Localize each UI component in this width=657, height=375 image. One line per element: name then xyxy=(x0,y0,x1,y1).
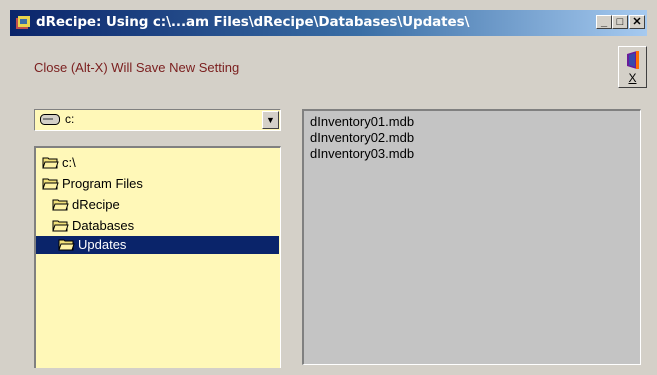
file-item[interactable]: dInventory01.mdb xyxy=(310,114,414,129)
drive-icon xyxy=(40,114,60,125)
directory-item[interactable]: c:\ xyxy=(42,154,162,172)
directory-label: c:\ xyxy=(62,155,76,170)
exit-button-label: X xyxy=(628,71,637,85)
exit-button[interactable]: X xyxy=(618,46,647,88)
directory-item[interactable]: Databases xyxy=(52,217,202,235)
directory-item[interactable]: Program Files xyxy=(42,175,202,193)
directory-label: Updates xyxy=(78,237,127,252)
directory-item-selected[interactable]: Updates xyxy=(36,236,279,254)
chevron-down-icon[interactable]: ▼ xyxy=(262,111,279,129)
open-folder-icon xyxy=(58,239,75,251)
directory-label: Databases xyxy=(72,218,135,233)
title-bar[interactable]: dRecipe: Using c:\...am Files\dRecipe\Da… xyxy=(10,10,647,36)
door-icon xyxy=(627,51,639,69)
drive-select[interactable]: c: ▼ xyxy=(34,109,281,131)
open-folder-icon xyxy=(42,178,59,190)
directory-label: Program Files xyxy=(62,176,143,191)
minimize-button[interactable]: _ xyxy=(596,15,612,29)
file-item[interactable]: dInventory02.mdb xyxy=(310,130,414,145)
directory-label: dRecipe xyxy=(72,197,120,212)
app-icon xyxy=(16,16,30,29)
maximize-button[interactable]: □ xyxy=(612,15,628,29)
open-folder-icon xyxy=(52,199,69,211)
open-folder-icon xyxy=(42,157,59,169)
window-title: dRecipe: Using c:\...am Files\dRecipe\Da… xyxy=(36,14,470,30)
close-button[interactable]: ✕ xyxy=(629,15,645,29)
directory-item[interactable]: dRecipe xyxy=(52,196,202,214)
save-notice-label: Close (Alt-X) Will Save New Setting xyxy=(34,60,240,75)
drive-value: c: xyxy=(65,112,75,126)
open-folder-icon xyxy=(52,220,69,232)
directory-list[interactable]: c:\ Program Files dRecipe Databases Upda… xyxy=(34,146,281,368)
file-item[interactable]: dInventory03.mdb xyxy=(310,146,414,161)
app-window: dRecipe: Using c:\...am Files\dRecipe\Da… xyxy=(0,0,657,375)
file-list[interactable]: dInventory01.mdb dInventory02.mdb dInven… xyxy=(302,109,641,365)
